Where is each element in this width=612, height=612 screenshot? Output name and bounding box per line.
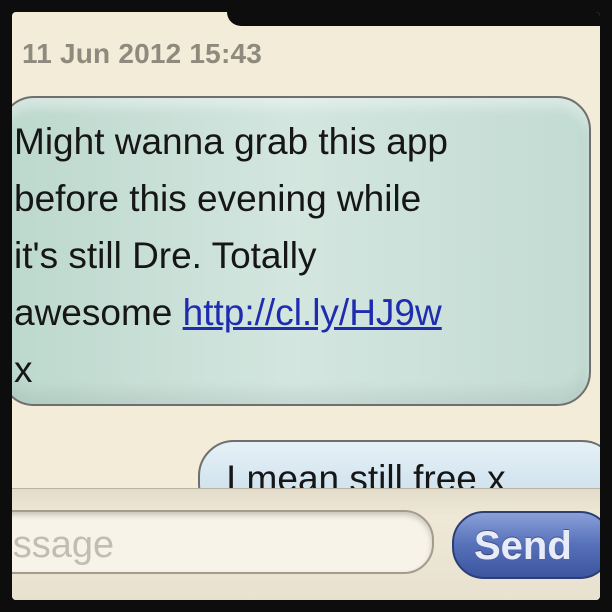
received-message-text: Might wanna grab this app before this ev…: [14, 113, 589, 398]
status-bar: [227, 12, 600, 26]
message-line-text: awesome: [14, 292, 183, 333]
send-button-label: Send: [474, 524, 572, 568]
message-line: it's still Dre. Totally: [14, 235, 317, 276]
message-line: x: [14, 349, 33, 390]
messages-screen: 11 Jun 2012 15:43 Might wanna grab this …: [12, 12, 600, 600]
message-line: before this evening while: [14, 178, 422, 219]
message-timestamp: 11 Jun 2012 15:43: [22, 38, 263, 69]
message-link[interactable]: http://cl.ly/HJ9w: [183, 292, 442, 333]
message-line: awesome http://cl.ly/HJ9w: [14, 284, 589, 341]
message-input-placeholder: Message: [12, 524, 115, 566]
message-line: Might wanna grab this app: [14, 121, 448, 162]
